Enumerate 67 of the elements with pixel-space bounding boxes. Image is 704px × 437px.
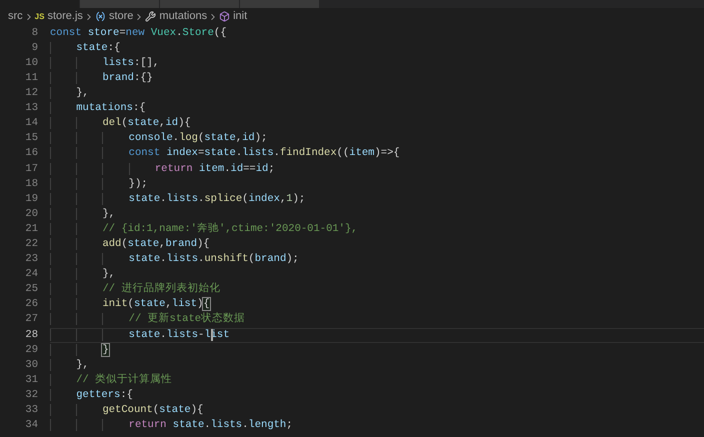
code-line: mutations:{	[50, 101, 146, 117]
line-number: 15	[24, 131, 38, 146]
line-number: 33	[24, 403, 38, 418]
line-number: 26	[24, 297, 38, 312]
code-line: const store=new Vuex.Store({	[50, 26, 227, 41]
cube-icon	[219, 11, 230, 22]
code-line: },	[50, 206, 116, 223]
code-line: // 进行品牌列表初始化	[50, 282, 220, 298]
line-number: 28	[24, 328, 38, 343]
code-line: // 更新state状态数据	[50, 312, 246, 328]
line-number: 19	[24, 192, 38, 207]
breadcrumb-item[interactable]: mutations	[159, 8, 208, 25]
line-number: 16	[24, 146, 38, 162]
line-number: 30	[24, 358, 38, 373]
code-line: // 类似于计算属性	[50, 372, 172, 389]
line-number: 12	[24, 86, 38, 102]
line-number: 24	[24, 267, 38, 282]
line-number: 29	[24, 342, 38, 358]
code-line: }	[50, 342, 109, 358]
variable-icon	[94, 11, 106, 22]
code-line: });	[50, 176, 148, 192]
line-number: 22	[24, 236, 38, 252]
line-number: 17	[24, 162, 38, 177]
code-line: del(state,id){	[50, 116, 191, 132]
line-number: 27	[24, 312, 38, 328]
line-number: 20	[24, 206, 38, 222]
code-line: const index=state.lists.findIndex((item)=>{	[50, 146, 400, 162]
wrench-icon	[145, 11, 156, 22]
code-line: getCount(state){	[50, 403, 204, 419]
code-line: state:{	[50, 40, 120, 57]
code-line: init(state,list){	[50, 297, 210, 314]
editor-tab[interactable]	[80, 0, 160, 8]
code-line: },	[50, 267, 116, 283]
breadcrumb-item[interactable]: store	[108, 8, 134, 25]
line-number: 8	[30, 26, 38, 41]
line-number: 25	[24, 282, 38, 298]
js-file-icon: JS	[34, 12, 44, 20]
breadcrumb-item[interactable]: init	[233, 8, 248, 25]
breadcrumb-item[interactable]: src	[8, 8, 23, 25]
editor-tab[interactable]	[0, 0, 80, 8]
code-line: return item.id==id;	[50, 162, 275, 178]
line-number: 21	[24, 222, 38, 237]
line-number: 10	[24, 56, 38, 71]
line-number: 23	[24, 252, 38, 268]
line-number: 31	[24, 372, 38, 388]
line-number: 32	[24, 388, 38, 403]
code-line: },	[50, 358, 89, 374]
code-line: add(state,brand){	[50, 236, 210, 253]
line-number: 9	[30, 40, 38, 56]
code-line: brand:{}	[50, 70, 153, 87]
breadcrumb-item[interactable]: store.js	[47, 8, 83, 25]
code-line: console.log(state,id);	[50, 131, 268, 148]
code-line: },	[50, 86, 89, 102]
code-line: return state.lists.length;	[50, 418, 293, 434]
line-number: 14	[24, 116, 38, 132]
code-line: // {id:1,name:'奔驰',ctime:'2020-01-01'},	[50, 222, 358, 238]
line-number: 18	[24, 176, 38, 192]
code-line: state.lists-l ist	[50, 328, 230, 344]
editor-tab[interactable]	[160, 0, 240, 8]
code-line: state.lists.unshift(brand);	[50, 252, 299, 268]
line-number: 11	[24, 70, 38, 86]
code-line: getters:{	[50, 388, 133, 404]
code-line: lists:[],	[50, 56, 160, 72]
editor-tab[interactable]	[240, 0, 320, 8]
line-number: 13	[24, 101, 38, 116]
code-line: state.lists.splice(index,1);	[50, 192, 306, 208]
line-number: 34	[24, 418, 38, 434]
